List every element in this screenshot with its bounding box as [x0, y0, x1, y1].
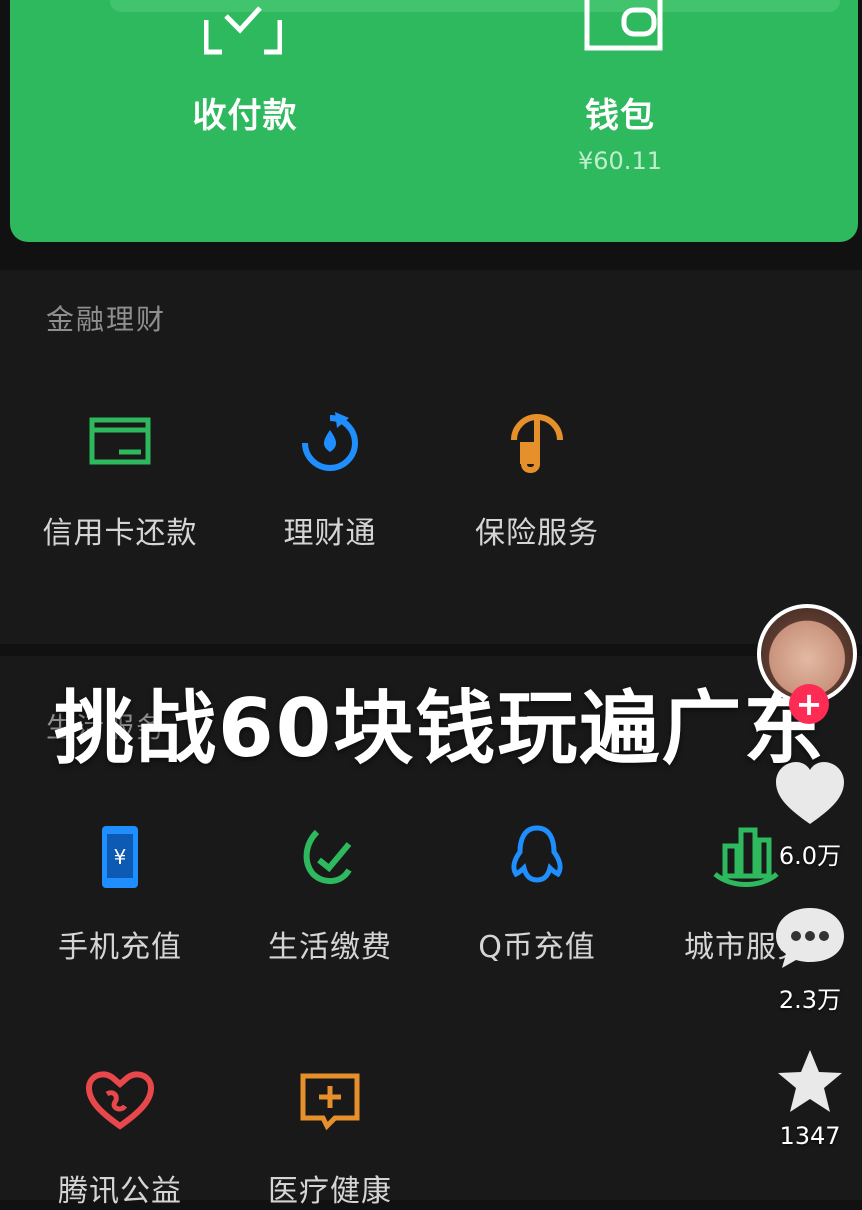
svg-text:¥: ¥ [114, 845, 127, 869]
insurance-tile[interactable]: 保险服务 [437, 408, 637, 552]
wealth-tile[interactable]: 理财通 [230, 408, 430, 552]
pay-receive-button[interactable]: 收付款 [170, 88, 320, 137]
insurance-label: 保险服务 [475, 516, 599, 551]
finance-section-title: 金融理财 [46, 303, 167, 336]
pay-receive-label: 收付款 [192, 96, 298, 136]
q-coin-label: Q币充值 [478, 930, 596, 965]
wallet-icon [584, 0, 663, 51]
like-heart-icon[interactable] [774, 760, 846, 828]
comment-count: 2.3万 [778, 986, 842, 1014]
wallet-balance: ¥60.11 [578, 147, 662, 175]
wealth-label: 理财通 [283, 516, 377, 551]
charity-heart-icon [85, 1071, 155, 1130]
favorite-count: 1347 [779, 1122, 841, 1150]
scan-pay-icon [204, 6, 282, 55]
phone-topup-tile[interactable]: ¥ 手机充值 [20, 822, 220, 966]
q-coin-tile[interactable]: Q币充值 [437, 822, 637, 966]
qq-penguin-icon [511, 825, 563, 883]
utility-bill-tile[interactable]: 生活缴费 [230, 822, 430, 966]
utility-bill-label: 生活缴费 [268, 930, 392, 965]
phone-topup-icon: ¥ [102, 826, 138, 888]
wallet-label: 钱包 [585, 96, 655, 136]
follow-button[interactable]: + [789, 684, 829, 724]
phone-topup-label: 手机充值 [58, 930, 182, 965]
credit-card-icon [89, 417, 151, 465]
favorite-star-icon[interactable] [774, 1046, 846, 1118]
medical-cross-icon [300, 1073, 360, 1131]
medical-health-tile[interactable]: 医疗健康 [230, 1066, 430, 1210]
comment-bubble-icon[interactable] [774, 904, 846, 970]
wallet-card [10, 0, 858, 242]
utility-bill-icon [303, 829, 352, 884]
insurance-umbrella-icon [511, 414, 563, 473]
credit-card-repay-tile[interactable]: 信用卡还款 [20, 408, 220, 552]
wealth-drop-icon [302, 412, 358, 471]
charity-label: 腾讯公益 [58, 1174, 182, 1209]
video-caption-title: 挑战60块钱玩遍广东 [54, 682, 826, 775]
credit-card-repay-label: 信用卡还款 [42, 516, 198, 551]
wallet-button[interactable]: 钱包 ¥60.11 [545, 88, 695, 175]
medical-health-label: 医疗健康 [268, 1174, 392, 1209]
charity-tile[interactable]: 腾讯公益 [20, 1066, 220, 1210]
like-count: 6.0万 [778, 842, 842, 870]
